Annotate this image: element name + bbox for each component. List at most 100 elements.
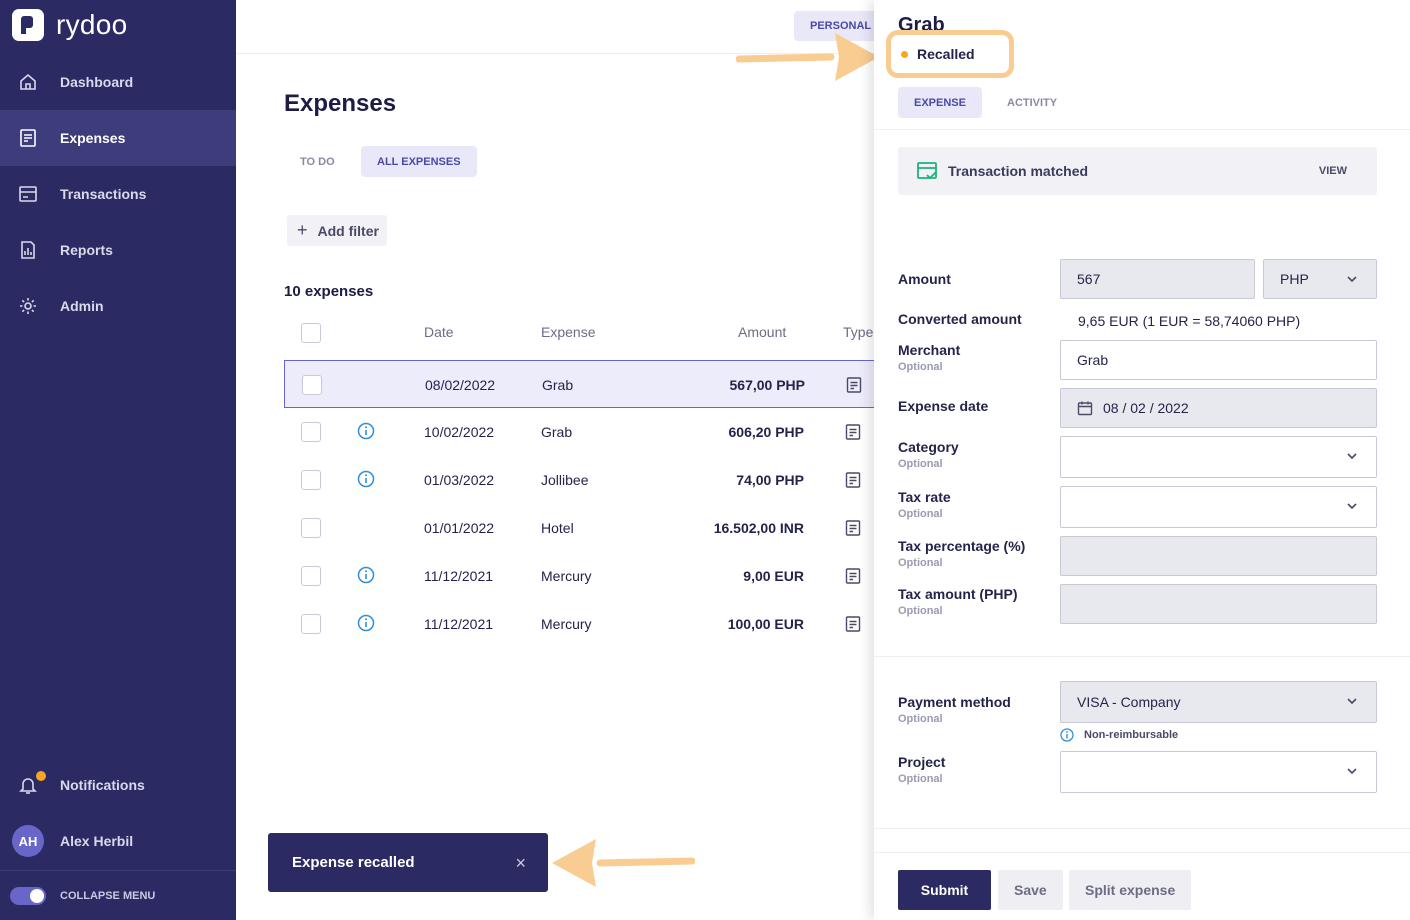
optional-label: Optional: [898, 508, 943, 520]
status-badge: Recalled: [886, 30, 1014, 78]
panel-header: Grab Recalled EXPENSE ACTIVITY: [874, 0, 1410, 130]
project-select[interactable]: [1060, 751, 1377, 793]
section-divider: [874, 828, 1410, 829]
chevron-down-icon: [1347, 698, 1357, 705]
add-filter-button[interactable]: + Add filter: [287, 215, 387, 246]
row-checkbox[interactable]: [302, 375, 322, 395]
home-icon: [18, 72, 38, 92]
row-checkbox[interactable]: [301, 518, 321, 538]
receipt-icon: [846, 377, 862, 393]
info-icon: [1060, 728, 1074, 742]
expense-date-value: 08 / 02 / 2022: [1103, 400, 1189, 416]
row-date: 10/02/2022: [424, 424, 495, 440]
sidebar-item-admin[interactable]: Admin: [0, 278, 236, 334]
column-type[interactable]: Type: [843, 324, 873, 340]
table-row[interactable]: 11/12/2021 Mercury 9,00 EUR: [284, 552, 884, 600]
collapse-menu-toggle[interactable]: COLLAPSE MENU: [0, 870, 236, 920]
row-date: 11/12/2021: [424, 616, 494, 632]
info-icon[interactable]: [357, 422, 375, 440]
tax-amount-label: Tax amount (PHP) Optional: [898, 586, 1018, 617]
sidebar-item-reports[interactable]: Reports: [0, 222, 236, 278]
currency-select[interactable]: PHP: [1263, 259, 1377, 299]
optional-label: Optional: [898, 605, 943, 617]
tax-rate-label-text: Tax rate: [898, 489, 951, 505]
row-amount: 74,00 PHP: [736, 472, 804, 488]
tab-expense[interactable]: EXPENSE: [898, 87, 982, 118]
annotation-arrow-icon: [736, 33, 879, 81]
tax-amount-input[interactable]: [1060, 584, 1377, 624]
tax-rate-label: Tax rate Optional: [898, 489, 951, 520]
row-checkbox[interactable]: [301, 566, 321, 586]
notification-badge: [34, 769, 48, 783]
row-date: 08/02/2022: [425, 377, 496, 393]
column-amount[interactable]: Amount: [738, 324, 786, 340]
optional-label: Optional: [898, 557, 943, 569]
table-row[interactable]: 01/01/2022 Hotel 16.502,00 INR: [284, 504, 884, 552]
tax-rate-select[interactable]: [1060, 486, 1377, 528]
annotation-arrow-icon: [552, 839, 695, 887]
sidebar-item-transactions[interactable]: Transactions: [0, 166, 236, 222]
column-date[interactable]: Date: [424, 324, 454, 340]
section-divider: [874, 656, 1410, 657]
sidebar-item-label: Dashboard: [60, 74, 134, 90]
merchant-input[interactable]: Grab: [1060, 340, 1377, 380]
user-profile[interactable]: AH Alex Herbil: [0, 817, 236, 865]
chevron-down-icon: [1347, 276, 1357, 283]
select-all-checkbox[interactable]: [301, 323, 321, 343]
info-icon[interactable]: [357, 566, 375, 584]
expense-date-input[interactable]: 08 / 02 / 2022: [1060, 388, 1377, 428]
converted-amount-value: 9,65 EUR (1 EUR = 58,74060 PHP): [1078, 313, 1301, 329]
table-row[interactable]: 11/12/2021 Mercury 100,00 EUR: [284, 600, 884, 648]
row-amount: 9,00 EUR: [743, 568, 804, 584]
info-icon[interactable]: [357, 470, 375, 488]
split-expense-button[interactable]: Split expense: [1069, 870, 1192, 910]
amount-input[interactable]: 567: [1060, 259, 1255, 299]
tax-percentage-input[interactable]: [1060, 536, 1377, 576]
submit-button[interactable]: Submit: [898, 870, 991, 910]
add-filter-label: Add filter: [317, 222, 379, 239]
sidebar-item-dashboard[interactable]: Dashboard: [0, 54, 236, 110]
rydoo-logo[interactable]: rydoo: [12, 9, 128, 41]
gear-icon: [18, 296, 38, 316]
sidebar-item-label: Reports: [60, 242, 113, 258]
view-transaction-link[interactable]: VIEW: [1319, 165, 1347, 177]
matched-card-icon: [916, 160, 938, 182]
amount-label: Amount: [898, 271, 951, 287]
panel-footer: Submit Save Split expense: [874, 852, 1410, 920]
table-row[interactable]: 08/02/2022 Grab 567,00 PHP: [284, 360, 884, 408]
info-icon[interactable]: [357, 614, 375, 632]
table-row[interactable]: 01/03/2022 Jollibee 74,00 PHP: [284, 456, 884, 504]
collapse-menu-label: COLLAPSE MENU: [60, 889, 156, 902]
expense-date-label: Expense date: [898, 398, 989, 414]
tab-all-expenses[interactable]: ALL EXPENSES: [361, 146, 477, 177]
sidebar-item-expenses[interactable]: Expenses: [0, 110, 236, 166]
category-label: Category Optional: [898, 439, 959, 470]
main-content: PERSONAL Expenses TO DO ALL EXPENSES + A…: [236, 0, 888, 920]
category-select[interactable]: [1060, 436, 1377, 478]
close-icon[interactable]: ×: [515, 853, 526, 874]
category-label-text: Category: [898, 439, 959, 455]
notifications-label: Notifications: [60, 777, 145, 793]
row-checkbox[interactable]: [301, 614, 321, 634]
tab-activity[interactable]: ACTIVITY: [991, 87, 1073, 118]
tab-to-do[interactable]: TO DO: [284, 146, 351, 177]
payment-method-select[interactable]: VISA - Company: [1060, 681, 1377, 723]
optional-label: Optional: [898, 458, 943, 470]
row-checkbox[interactable]: [301, 470, 321, 490]
row-expense: Mercury: [541, 616, 592, 632]
row-expense: Mercury: [541, 568, 592, 584]
expense-count: 10 expenses: [284, 283, 374, 300]
row-checkbox[interactable]: [301, 422, 321, 442]
table-row[interactable]: 10/02/2022 Grab 606,20 PHP: [284, 408, 884, 456]
sidebar-item-notifications[interactable]: Notifications: [0, 761, 236, 809]
optional-label: Optional: [898, 713, 943, 725]
status-dot-icon: [901, 50, 908, 58]
sidebar-item-label: Admin: [60, 298, 104, 314]
calendar-icon: [1077, 401, 1093, 416]
receipt-icon: [845, 520, 861, 536]
project-label-text: Project: [898, 754, 946, 770]
save-button[interactable]: Save: [998, 870, 1063, 910]
toast-message: Expense recalled: [292, 854, 415, 871]
column-expense[interactable]: Expense: [541, 324, 595, 340]
row-expense: Grab: [542, 377, 574, 393]
